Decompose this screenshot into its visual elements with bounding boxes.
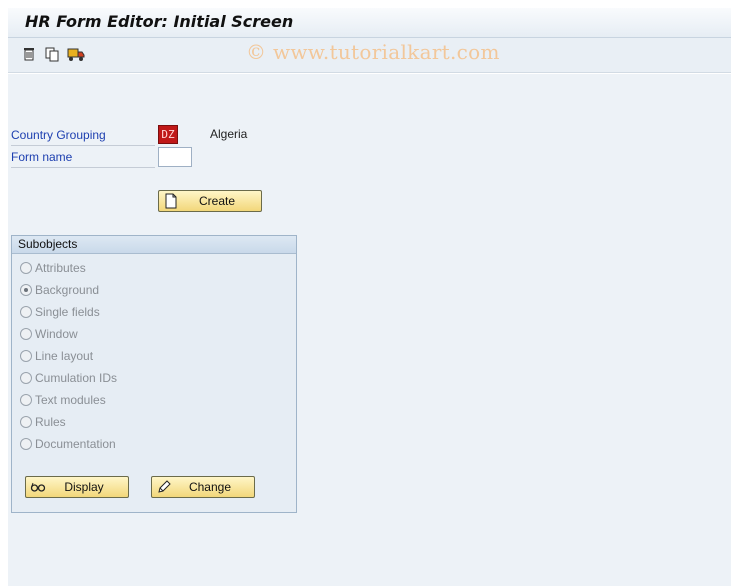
radio-button[interactable] xyxy=(20,350,32,362)
new-document-icon xyxy=(163,193,179,209)
form-name-input[interactable] xyxy=(158,147,192,167)
radio-label: Line layout xyxy=(35,349,94,363)
radio-button[interactable] xyxy=(20,438,32,450)
create-button[interactable]: Create xyxy=(158,190,262,212)
radio-text-modules[interactable]: Text modules xyxy=(20,391,106,409)
radio-button[interactable] xyxy=(20,262,32,274)
country-grouping-field[interactable]: DZ xyxy=(158,125,178,144)
country-grouping-label: Country Grouping xyxy=(11,126,155,146)
create-button-label: Create xyxy=(198,194,236,208)
application-toolbar: © www.tutorialkart.com xyxy=(8,38,731,73)
delete-icon[interactable] xyxy=(21,46,37,62)
radio-window[interactable]: Window xyxy=(20,325,78,343)
radio-cumulation-ids[interactable]: Cumulation IDs xyxy=(20,369,117,387)
subobjects-groupbox: Subobjects Attributes Background Single … xyxy=(11,235,297,513)
radio-label: Single fields xyxy=(35,305,100,319)
radio-button[interactable] xyxy=(20,416,32,428)
title-bar: HR Form Editor: Initial Screen xyxy=(8,8,731,38)
display-button[interactable]: Display xyxy=(25,476,129,498)
radio-button[interactable] xyxy=(20,306,32,318)
radio-button-selected[interactable] xyxy=(20,284,32,296)
change-button[interactable]: Change xyxy=(151,476,255,498)
copy-icon[interactable] xyxy=(44,46,60,62)
radio-background[interactable]: Background xyxy=(20,281,99,299)
radio-attributes[interactable]: Attributes xyxy=(20,259,86,277)
glasses-icon xyxy=(30,479,46,495)
pencil-icon xyxy=(156,479,172,495)
form-name-label: Form name xyxy=(11,148,155,168)
change-button-label: Change xyxy=(188,480,232,494)
watermark: © www.tutorialkart.com xyxy=(246,40,500,64)
radio-line-layout[interactable]: Line layout xyxy=(20,347,93,365)
radio-label: Rules xyxy=(35,415,66,429)
main-content: Country Grouping DZ Algeria Form name Cr… xyxy=(8,74,731,586)
radio-button[interactable] xyxy=(20,372,32,384)
page-title: HR Form Editor: Initial Screen xyxy=(25,12,294,31)
radio-label: Text modules xyxy=(35,393,106,407)
display-button-label: Display xyxy=(64,480,104,494)
radio-button[interactable] xyxy=(20,394,32,406)
subobjects-title: Subobjects xyxy=(12,236,296,254)
radio-single-fields[interactable]: Single fields xyxy=(20,303,100,321)
radio-label: Attributes xyxy=(35,261,86,275)
radio-button[interactable] xyxy=(20,328,32,340)
radio-label: Cumulation IDs xyxy=(35,371,118,385)
radio-rules[interactable]: Rules xyxy=(20,413,66,431)
radio-label: Background xyxy=(35,283,100,297)
radio-label: Documentation xyxy=(35,437,116,451)
radio-documentation[interactable]: Documentation xyxy=(20,435,116,453)
country-grouping-description: Algeria xyxy=(210,127,248,141)
radio-label: Window xyxy=(35,327,78,341)
transport-icon[interactable] xyxy=(67,46,85,62)
